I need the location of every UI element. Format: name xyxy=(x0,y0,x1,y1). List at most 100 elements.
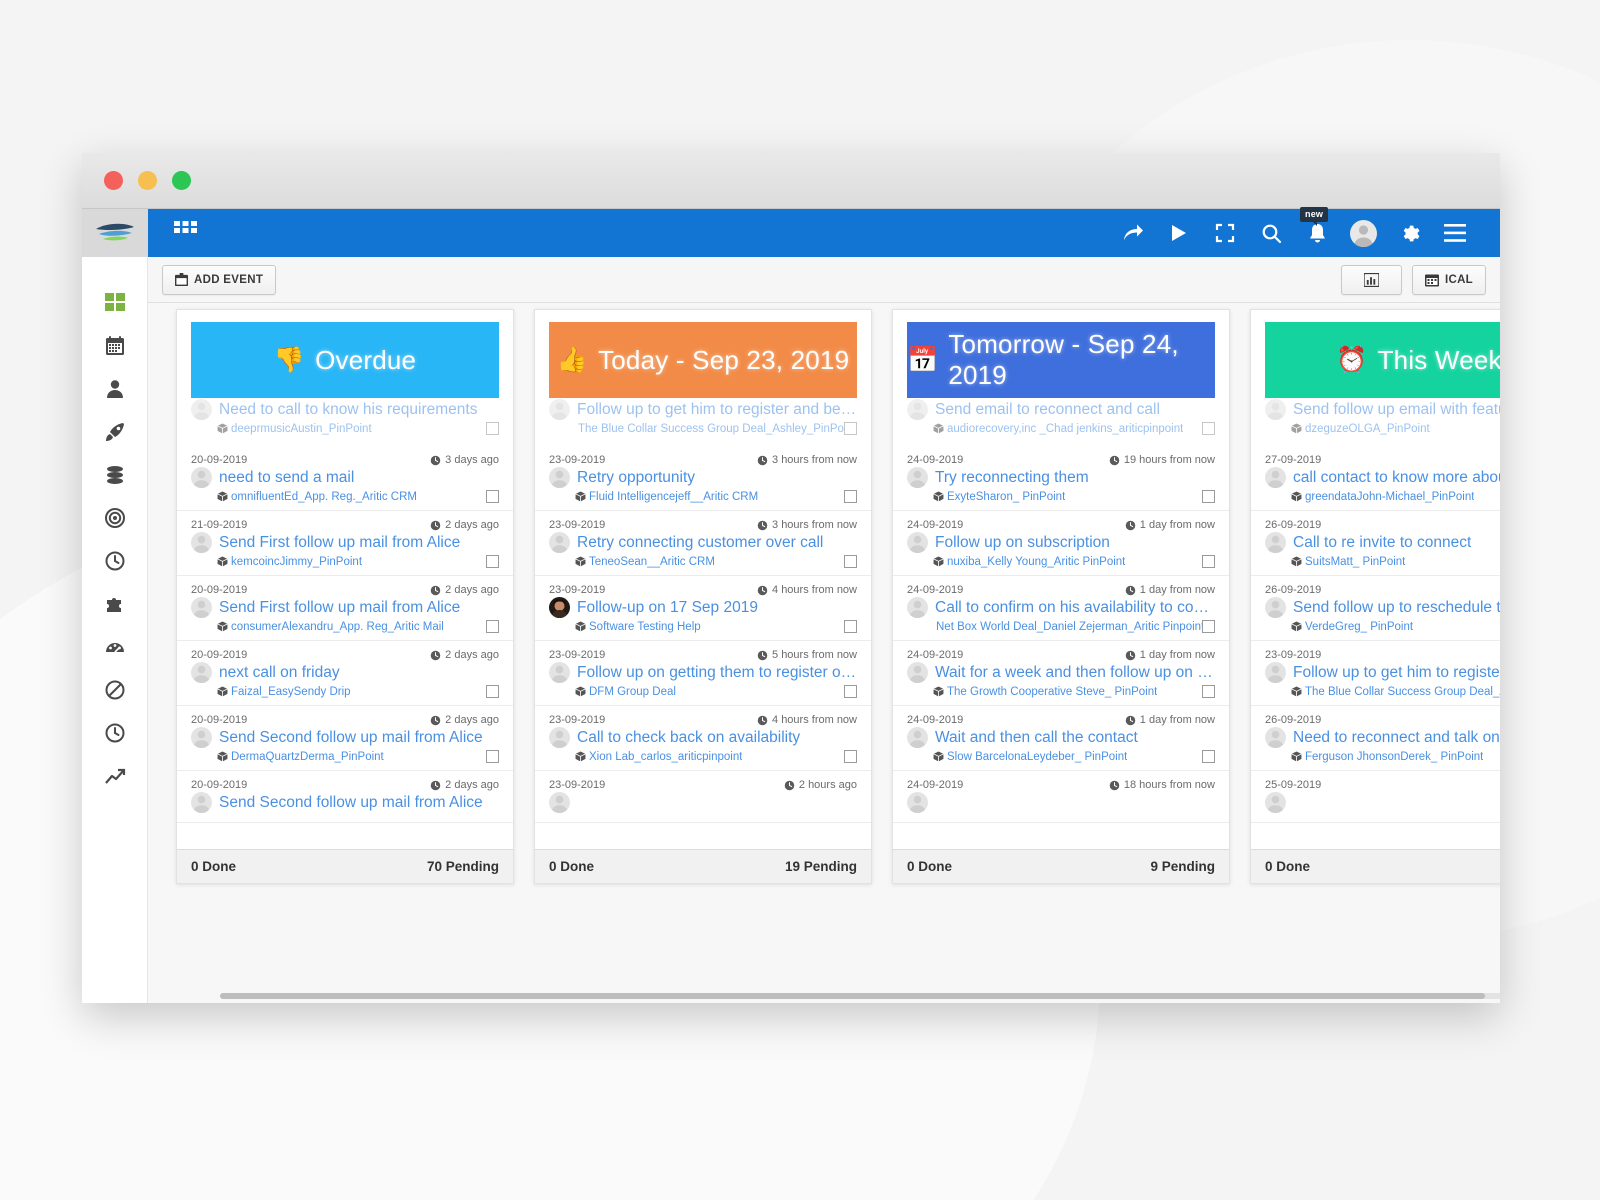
column-task-list[interactable]: Send follow up email with featur… dzeguz… xyxy=(1251,398,1500,849)
task-deal[interactable]: ExyteSharon_ PinPoint xyxy=(933,491,1065,503)
column-partial-task[interactable]: Need to call to know his requirements de… xyxy=(177,398,513,435)
task-complete-checkbox[interactable] xyxy=(1202,422,1215,435)
task-complete-checkbox[interactable] xyxy=(844,750,857,763)
column-partial-task[interactable]: Follow up to get him to register and beg… xyxy=(535,398,871,435)
sidebar-item-data[interactable] xyxy=(82,453,147,496)
task-title-row[interactable]: Send email to reconnect and call xyxy=(907,399,1215,420)
task-deal[interactable]: Fluid Intelligencejeff__Aritic CRM xyxy=(575,491,758,503)
task-card[interactable]: 23-09-2019 4 H Follow up to get him to r… xyxy=(1251,641,1500,706)
ical-button[interactable]: ICAL xyxy=(1411,264,1486,295)
task-card[interactable]: 23-09-2019 4 hours from now Follow-up on… xyxy=(535,576,871,641)
sidebar-item-campaigns[interactable] xyxy=(82,410,147,453)
task-deal[interactable]: VerdeGreg_ PinPoint xyxy=(1291,621,1413,633)
task-deal[interactable]: The Blue Collar Success Group Deal_A xyxy=(1291,686,1500,698)
task-title-row[interactable]: Try reconnecting them xyxy=(907,467,1215,488)
task-deal[interactable]: nuxiba_Kelly Young_Aritic PinPoint xyxy=(933,556,1125,568)
task-card[interactable]: 24-09-2019 19 hours from now Try reconne… xyxy=(893,446,1229,511)
task-complete-checkbox[interactable] xyxy=(486,750,499,763)
app-logo[interactable] xyxy=(82,209,148,257)
task-title-row[interactable] xyxy=(1265,792,1500,813)
task-card[interactable]: 23-09-2019 3 hours from now Retry connec… xyxy=(535,511,871,576)
task-card[interactable]: 26-09-2019 3 Send follow up to reschedul… xyxy=(1251,576,1500,641)
add-event-button[interactable]: ADD EVENT xyxy=(162,264,277,295)
settings-gear-icon[interactable] xyxy=(1386,210,1432,256)
task-title-row[interactable]: Follow up to get him to register a xyxy=(1265,662,1500,683)
task-card[interactable]: 26-09-2019 3 Call to re invite to connec… xyxy=(1251,511,1500,576)
task-title-row[interactable]: Send follow up to reschedule the xyxy=(1265,597,1500,618)
task-deal[interactable]: DFM Group Deal xyxy=(575,686,676,698)
task-complete-checkbox[interactable] xyxy=(1202,620,1215,633)
task-deal[interactable]: dzeguzeOLGA_PinPoint xyxy=(1291,423,1430,435)
apps-grid-icon[interactable] xyxy=(174,221,197,245)
task-card[interactable]: 23-09-2019 5 hours from now Follow up on… xyxy=(535,641,871,706)
column-task-list[interactable]: Follow up to get him to register and beg… xyxy=(535,398,871,849)
task-title-row[interactable]: Retry connecting customer over call xyxy=(549,532,857,553)
user-avatar-icon[interactable] xyxy=(1340,210,1386,256)
task-card[interactable]: 20-09-2019 2 days ago Send Second follow… xyxy=(177,706,513,771)
task-title-row[interactable] xyxy=(549,792,857,813)
task-title-row[interactable]: Wait and then call the contact xyxy=(907,727,1215,748)
task-complete-checkbox[interactable] xyxy=(1202,685,1215,698)
task-title-row[interactable]: Send Second follow up mail from Alice xyxy=(191,792,499,813)
task-title-row[interactable]: Follow-up on 17 Sep 2019 xyxy=(549,597,857,618)
task-complete-checkbox[interactable] xyxy=(1202,555,1215,568)
task-card[interactable]: 20-09-2019 2 days ago next call on frida… xyxy=(177,641,513,706)
task-title-row[interactable]: Follow up on getting them to register on… xyxy=(549,662,857,683)
task-card[interactable]: 24-09-2019 1 day from now Wait for a wee… xyxy=(893,641,1229,706)
task-title-row[interactable]: Wait for a week and then follow up on ca… xyxy=(907,662,1215,683)
sidebar-item-goals[interactable] xyxy=(82,496,147,539)
fullscreen-icon[interactable] xyxy=(1202,210,1248,256)
task-title-row[interactable]: Follow up to get him to register and beg… xyxy=(549,399,857,420)
task-deal[interactable]: kemcoincJimmy_PinPoint xyxy=(217,556,362,568)
task-deal[interactable]: Ferguson JhonsonDerek_ PinPoint xyxy=(1291,751,1483,763)
task-card[interactable]: 23-09-2019 3 hours from now Retry opport… xyxy=(535,446,871,511)
task-deal[interactable]: greendataJohn-Michael_PinPoint xyxy=(1291,491,1474,503)
task-deal[interactable]: The Blue Collar Success Group Deal_Ashle… xyxy=(575,423,844,435)
task-complete-checkbox[interactable] xyxy=(486,685,499,698)
task-card[interactable]: 20-09-2019 2 days ago Send First follow … xyxy=(177,576,513,641)
task-title-row[interactable]: Need to reconnect and talk on th xyxy=(1265,727,1500,748)
sidebar-item-reports[interactable] xyxy=(82,754,147,797)
task-card[interactable]: 27-09-2019 4 call contact to know more a… xyxy=(1251,446,1500,511)
task-card[interactable]: 23-09-2019 2 hours ago xyxy=(535,771,871,823)
task-title-row[interactable]: Send follow up email with featur… xyxy=(1265,399,1500,420)
task-deal[interactable]: consumerAlexandru_App. Reg_Aritic Mail xyxy=(217,621,444,633)
sidebar-item-integrations[interactable] xyxy=(82,582,147,625)
task-complete-checkbox[interactable] xyxy=(486,422,499,435)
horizontal-scrollbar[interactable] xyxy=(220,993,1500,999)
task-title-row[interactable]: Follow up on subscription xyxy=(907,532,1215,553)
task-complete-checkbox[interactable] xyxy=(844,555,857,568)
sidebar-item-dashboard[interactable] xyxy=(82,281,147,324)
task-deal[interactable]: Software Testing Help xyxy=(575,621,701,633)
task-complete-checkbox[interactable] xyxy=(844,685,857,698)
task-deal[interactable]: SuitsMatt_ PinPoint xyxy=(1291,556,1405,568)
play-icon[interactable] xyxy=(1156,210,1202,256)
task-card[interactable]: 24-09-2019 1 day from now Follow up on s… xyxy=(893,511,1229,576)
task-title-row[interactable]: Call to re invite to connect xyxy=(1265,532,1500,553)
hamburger-menu-icon[interactable] xyxy=(1432,210,1478,256)
task-deal[interactable]: audiorecovery,inc _Chad jenkins_ariticpi… xyxy=(933,423,1183,435)
task-card[interactable]: 24-09-2019 18 hours from now xyxy=(893,771,1229,823)
column-partial-task[interactable]: Send email to reconnect and call audiore… xyxy=(893,398,1229,435)
task-complete-checkbox[interactable] xyxy=(844,620,857,633)
task-deal[interactable]: Faizal_EasySendy Drip xyxy=(217,686,351,698)
sidebar-item-history[interactable] xyxy=(82,711,147,754)
board-scroll-area[interactable]: 👎 Overdue Need to call to know his requi… xyxy=(148,303,1500,1003)
task-title-row[interactable]: Call to check back on availability xyxy=(549,727,857,748)
column-partial-task[interactable]: Send follow up email with featur… dzeguz… xyxy=(1251,398,1500,435)
task-card[interactable]: 25-09-2019 1 xyxy=(1251,771,1500,823)
task-title-row[interactable]: Send Second follow up mail from Alice xyxy=(191,727,499,748)
task-title-row[interactable]: Call to confirm on his availability to c… xyxy=(907,597,1215,618)
task-complete-checkbox[interactable] xyxy=(486,555,499,568)
task-complete-checkbox[interactable] xyxy=(1202,490,1215,503)
sidebar-item-contacts[interactable] xyxy=(82,367,147,410)
task-card[interactable]: 26-09-2019 2 Need to reconnect and talk … xyxy=(1251,706,1500,771)
task-deal[interactable]: Xion Lab_carlos_ariticpinpoint xyxy=(575,751,742,763)
task-card[interactable]: 24-09-2019 1 day from now Wait and then … xyxy=(893,706,1229,771)
task-title-row[interactable]: Send First follow up mail from Alice xyxy=(191,597,499,618)
sidebar-item-performance[interactable] xyxy=(82,625,147,668)
task-card[interactable]: 20-09-2019 3 days ago need to send a mai… xyxy=(177,446,513,511)
task-card[interactable]: 23-09-2019 4 hours from now Call to chec… xyxy=(535,706,871,771)
share-icon[interactable] xyxy=(1110,210,1156,256)
task-complete-checkbox[interactable] xyxy=(486,490,499,503)
